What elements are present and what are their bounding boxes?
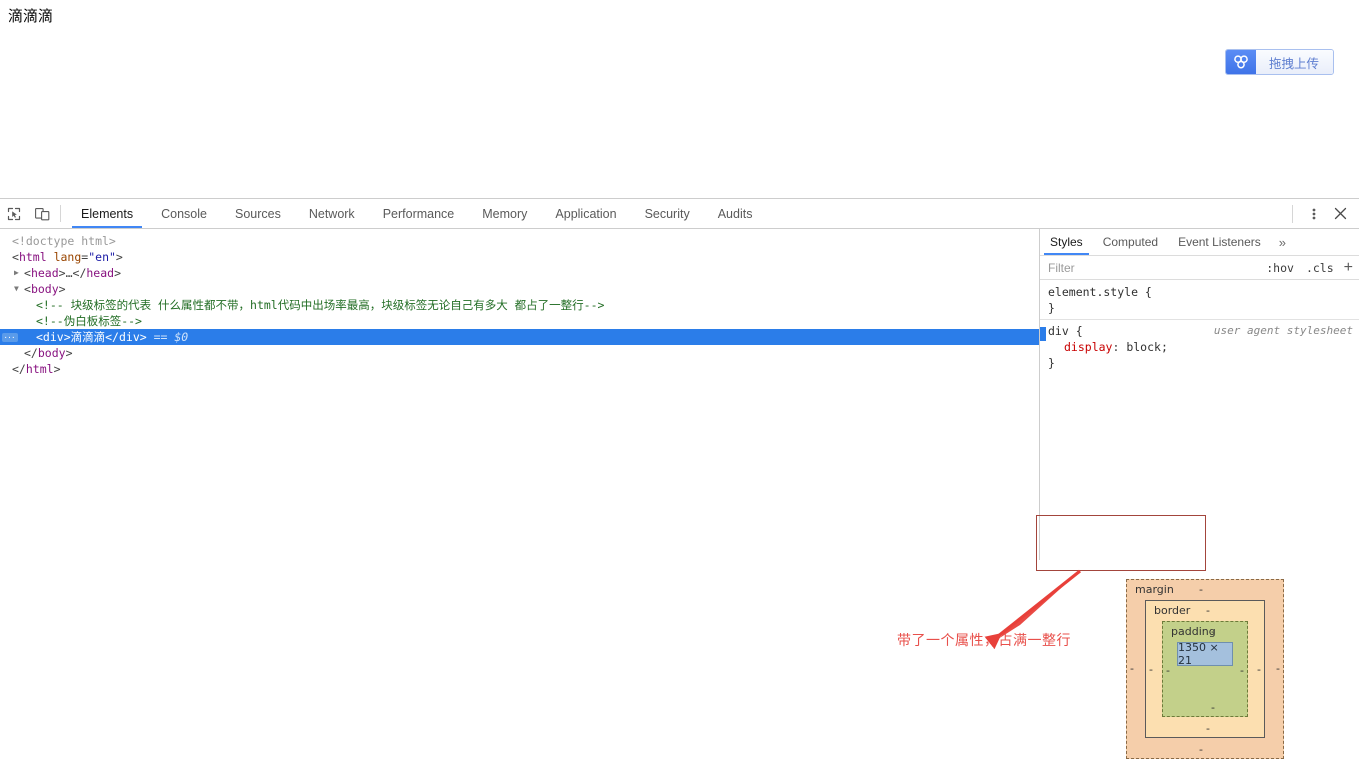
- margin-top-value[interactable]: -: [1199, 583, 1203, 596]
- tab-console[interactable]: Console: [147, 199, 221, 228]
- toolbar-divider: [60, 205, 61, 222]
- html-lang-attr-name: lang: [53, 250, 82, 264]
- margin-right-value[interactable]: -: [1276, 662, 1280, 675]
- styles-filter-input[interactable]: [1046, 259, 1261, 276]
- dom-row-head[interactable]: ▶ < head >… </head >: [0, 265, 1039, 281]
- dom-row-html-close[interactable]: </html >: [0, 361, 1039, 377]
- dom-row-div-selected[interactable]: ... <div> 滴滴滴 </div> == $0: [0, 329, 1039, 345]
- box-model-border-label: border: [1154, 604, 1191, 617]
- page-body-text: 滴滴滴: [8, 7, 54, 25]
- padding-bottom-value[interactable]: -: [1211, 701, 1215, 714]
- styles-filter-bar: :hov .cls +: [1040, 256, 1359, 280]
- tab-sources[interactable]: Sources: [221, 199, 295, 228]
- dom-badge-ellipsis[interactable]: ...: [2, 332, 18, 342]
- hov-toggle-button[interactable]: :hov: [1260, 261, 1300, 275]
- drag-upload-widget[interactable]: 拖拽上传: [1225, 49, 1335, 75]
- border-right-value[interactable]: -: [1257, 663, 1261, 676]
- comment-text-1: <!-- 块级标签的代表 什么属性都不带，html代码中出场率最高，块级标签无论…: [36, 298, 605, 312]
- rendered-page-viewport: 滴滴滴 拖拽上传: [0, 0, 1359, 198]
- dom-tree-pane[interactable]: <!doctype html> < html lang = "en" > ▶ < head >…: [0, 229, 1040, 560]
- dom-tree: <!doctype html> < html lang = "en" > ▶ < head >…: [0, 229, 1039, 377]
- vertical-dots-icon[interactable]: [1301, 201, 1327, 227]
- tab-styles[interactable]: Styles: [1040, 229, 1093, 255]
- padding-left-value[interactable]: -: [1166, 664, 1170, 677]
- element-style-selector[interactable]: element.style {: [1048, 284, 1359, 300]
- box-model-margin[interactable]: margin - - - - border - - - - padding - …: [1126, 579, 1284, 759]
- device-toolbar-icon[interactable]: [28, 199, 56, 228]
- div-rule-close-brace: }: [1048, 356, 1055, 370]
- tab-elements[interactable]: Elements: [67, 199, 147, 228]
- html-tag-name: html: [18, 250, 47, 264]
- style-rule-origin-marker: [1040, 327, 1046, 341]
- html-close-tag-name: html: [25, 362, 54, 376]
- styles-rules-list: element.style { } user agent stylesheet …: [1040, 280, 1359, 371]
- inspect-element-icon[interactable]: [0, 199, 28, 228]
- toolbar-divider-right: [1292, 204, 1293, 223]
- declaration-name-display[interactable]: display: [1064, 340, 1112, 354]
- devtools-toolbar: Elements Console Sources Network Perform…: [0, 199, 1359, 229]
- tab-network[interactable]: Network: [295, 199, 369, 228]
- tab-performance[interactable]: Performance: [369, 199, 469, 228]
- box-model-content-size[interactable]: 1350 × 21: [1177, 641, 1233, 667]
- padding-top-value[interactable]: -: [1211, 625, 1215, 638]
- div-text-node: 滴滴滴: [70, 330, 106, 344]
- dollar-zero-marker: == $0: [153, 330, 189, 344]
- div-open-tag: <div>: [36, 330, 71, 344]
- declaration-display: display: block;: [1064, 340, 1168, 354]
- chevron-down-icon[interactable]: ▼: [14, 281, 24, 297]
- devtools-tab-strip: Elements Console Sources Network Perform…: [67, 199, 1290, 228]
- doctype-text: <!doctype html>: [12, 234, 116, 248]
- dom-row-comment-2[interactable]: <!--伪白板标签-->: [0, 313, 1039, 329]
- cls-toggle-button[interactable]: .cls: [1300, 261, 1340, 275]
- devtools-content: <!doctype html> < html lang = "en" > ▶ < head >…: [0, 229, 1359, 560]
- style-rule-element-style[interactable]: element.style { }: [1040, 284, 1359, 316]
- dom-row-html-open[interactable]: < html lang = "en" >: [0, 249, 1039, 265]
- declaration-value-block[interactable]: block;: [1126, 340, 1168, 354]
- styles-pane: Styles Computed Event Listeners » :hov .…: [1040, 229, 1359, 560]
- tab-application[interactable]: Application: [541, 199, 630, 228]
- box-model-padding[interactable]: padding - - - - 1350 × 21: [1162, 621, 1248, 717]
- html-lang-attr-value: "en": [88, 250, 116, 264]
- padding-right-value[interactable]: -: [1240, 664, 1244, 677]
- dom-row-comment-1[interactable]: <!-- 块级标签的代表 什么属性都不带，html代码中出场率最高，块级标签无论…: [0, 297, 1039, 313]
- annotation-label: 带了一个属性，占满一整行: [897, 633, 1071, 649]
- devtools-toolbar-right: [1290, 199, 1359, 228]
- more-tabs-icon[interactable]: »: [1271, 229, 1294, 255]
- tab-memory[interactable]: Memory: [468, 199, 541, 228]
- margin-left-value[interactable]: -: [1130, 662, 1134, 675]
- style-rule-divider: [1040, 319, 1359, 320]
- element-style-close-brace: }: [1048, 301, 1055, 315]
- head-collapsed-ellipsis: …: [65, 266, 73, 280]
- box-model-border[interactable]: border - - - - padding - - - - 1350 × 21: [1145, 600, 1265, 738]
- tab-security[interactable]: Security: [631, 199, 704, 228]
- border-top-value[interactable]: -: [1206, 604, 1210, 617]
- drag-upload-label: 拖拽上传: [1256, 50, 1334, 74]
- styles-tab-strip: Styles Computed Event Listeners »: [1040, 229, 1359, 256]
- dom-row-body-open[interactable]: ▼ < body >: [0, 281, 1039, 297]
- dom-row-doctype[interactable]: <!doctype html>: [0, 233, 1039, 249]
- margin-bottom-value[interactable]: -: [1199, 743, 1203, 756]
- dom-row-body-close[interactable]: </body >: [0, 345, 1039, 361]
- tab-computed[interactable]: Computed: [1093, 229, 1168, 255]
- div-close-tag: </div>: [105, 330, 147, 344]
- head-close-tag-name: head: [86, 266, 115, 280]
- style-rule-div[interactable]: user agent stylesheet div { display: blo…: [1040, 323, 1359, 371]
- comment-text-2: <!--伪白板标签-->: [36, 314, 142, 328]
- baidu-cloud-icon: [1226, 50, 1256, 74]
- devtools-panel: Elements Console Sources Network Perform…: [0, 198, 1359, 759]
- tab-audits[interactable]: Audits: [704, 199, 767, 228]
- box-model-padding-label: padding: [1171, 625, 1216, 638]
- body-tag-name: body: [30, 282, 59, 296]
- body-close-tag-name: body: [37, 346, 66, 360]
- tab-event-listeners[interactable]: Event Listeners: [1168, 229, 1271, 255]
- new-style-rule-button[interactable]: +: [1340, 259, 1359, 276]
- border-bottom-value[interactable]: -: [1206, 722, 1210, 735]
- head-tag-name: head: [30, 266, 59, 280]
- chevron-right-icon[interactable]: ▶: [14, 265, 24, 281]
- style-rule-origin-label[interactable]: user agent stylesheet: [1214, 323, 1353, 339]
- box-model-margin-label: margin: [1135, 583, 1174, 596]
- border-left-value[interactable]: -: [1149, 663, 1153, 676]
- close-icon[interactable]: [1327, 201, 1353, 227]
